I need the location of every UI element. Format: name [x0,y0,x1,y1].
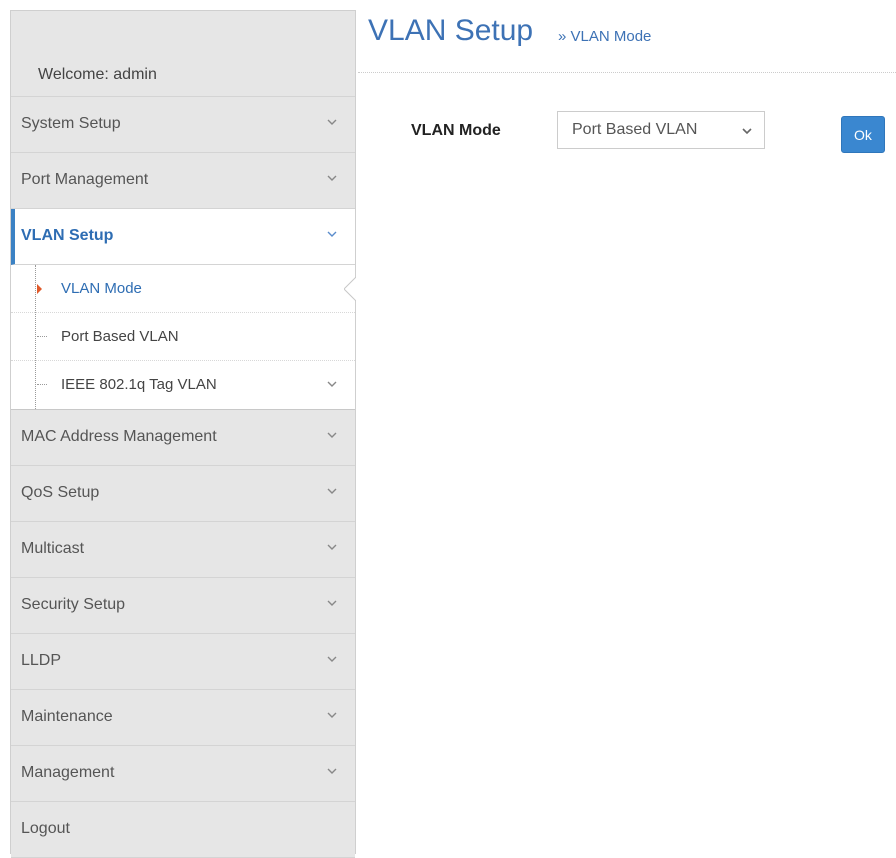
chevron-down-icon [325,227,339,241]
chevron-down-icon [325,596,339,610]
menu-item-system-setup[interactable]: System Setup [11,97,355,153]
menu-item-vlan-setup[interactable]: VLAN Setup [11,209,355,265]
menu-item-label: System Setup [21,115,121,132]
submenu-item-label: VLAN Mode [61,280,142,297]
ok-button[interactable]: Ok [841,116,885,153]
chevron-down-icon [325,428,339,442]
chevron-down-icon [325,115,339,129]
arrow-right-icon [37,284,42,294]
chevron-down-icon [325,708,339,722]
vlan-mode-select[interactable]: Port Based VLAN [557,111,765,149]
tree-connector [37,384,47,385]
menu-item-label: Management [21,764,115,781]
menu-item-multicast[interactable]: Multicast [11,522,355,578]
chevron-down-icon [325,484,339,498]
chevron-down-icon [325,764,339,778]
menu-item-label: MAC Address Management [21,428,217,445]
menu-item-label: Port Management [21,171,149,188]
menu-item-label: QoS Setup [21,484,100,501]
title-divider [358,72,896,73]
chevron-down-icon [740,124,754,138]
chevron-down-icon [325,171,339,185]
menu-item-label: Multicast [21,540,85,557]
vlan-mode-selected-value: Port Based VLAN [572,121,698,138]
vlan-submenu: VLAN Mode Port Based VLAN IEEE 802.1q Ta… [11,265,357,410]
breadcrumb: » VLAN Mode [558,28,652,45]
welcome-text: Welcome: admin [38,66,157,83]
menu-item-qos-setup[interactable]: QoS Setup [11,466,355,522]
menu-item-maintenance[interactable]: Maintenance [11,690,355,746]
active-pointer-icon [343,276,357,302]
menu-item-port-management[interactable]: Port Management [11,153,355,209]
menu-item-label: Security Setup [21,596,126,613]
menu-item-logout[interactable]: Logout [11,802,355,858]
menu-item-label: LLDP [21,652,62,669]
vlan-mode-label: VLAN Mode [411,122,501,139]
chevron-down-icon [325,540,339,554]
submenu-item-vlan-mode[interactable]: VLAN Mode [11,265,357,313]
chevron-down-icon [325,652,339,666]
submenu-item-ieee-tag-vlan[interactable]: IEEE 802.1q Tag VLAN [11,361,355,409]
menu-item-security-setup[interactable]: Security Setup [11,578,355,634]
menu-item-mac-address-management[interactable]: MAC Address Management [11,410,355,466]
menu-item-label: VLAN Setup [21,227,114,244]
page-title: VLAN Setup [368,14,534,47]
tree-connector [37,336,47,337]
menu-item-lldp[interactable]: LLDP [11,634,355,690]
sidebar: Welcome: admin System Setup Port Managem… [10,10,357,858]
menu-item-management[interactable]: Management [11,746,355,802]
submenu-item-label: IEEE 802.1q Tag VLAN [61,376,217,393]
menu-item-label: Logout [21,820,70,837]
welcome-header: Welcome: admin [11,11,355,97]
submenu-item-port-based-vlan[interactable]: Port Based VLAN [11,313,355,361]
chevron-down-icon [325,377,339,391]
menu-item-label: Maintenance [21,708,113,725]
submenu-item-label: Port Based VLAN [61,328,179,345]
